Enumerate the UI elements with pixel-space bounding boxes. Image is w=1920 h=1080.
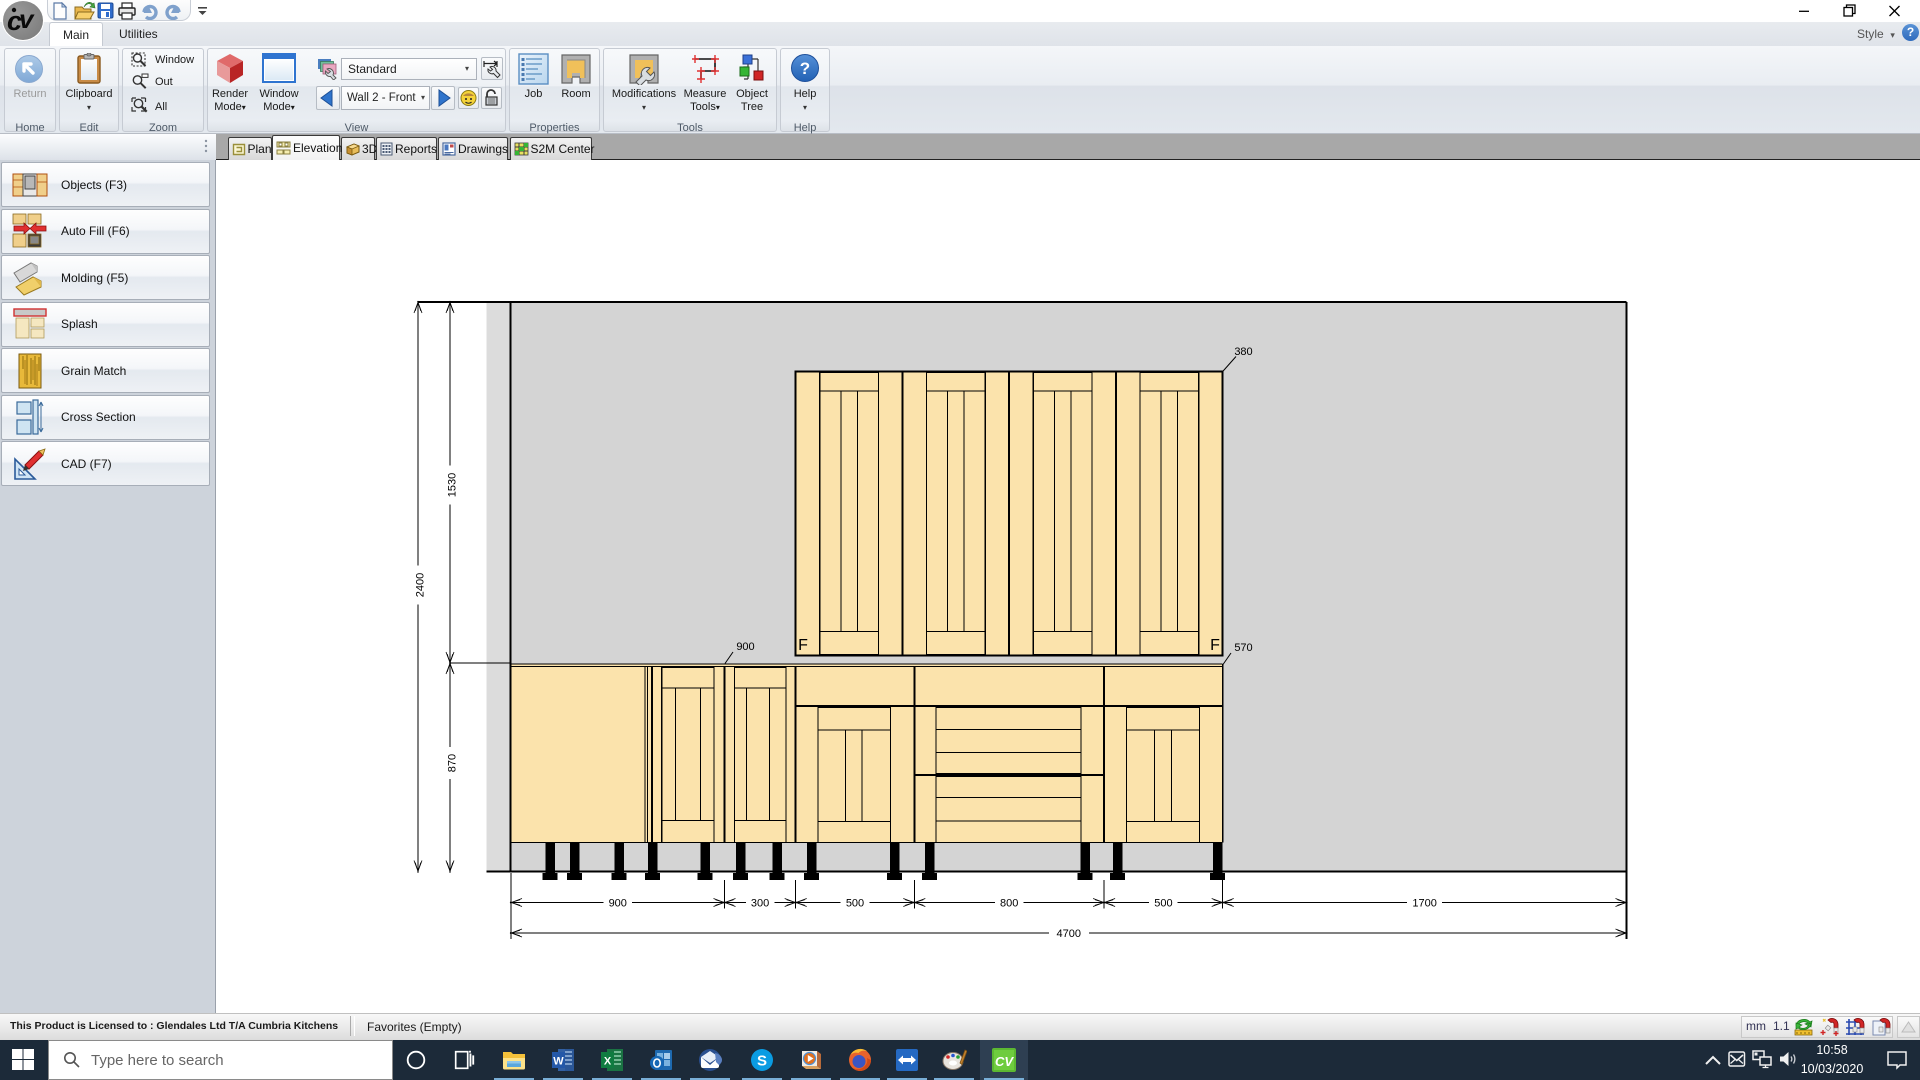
svg-text:4700: 4700 — [1057, 928, 1081, 940]
svg-text:1530: 1530 — [447, 473, 459, 497]
svg-text:X: X — [604, 1056, 612, 1068]
svg-text:v: v — [19, 4, 35, 34]
svg-text:800: 800 — [1000, 897, 1018, 909]
svg-text:900: 900 — [736, 641, 754, 653]
svg-text:1700: 1700 — [1412, 897, 1436, 909]
svg-text:500: 500 — [1154, 897, 1172, 909]
svg-text:900: 900 — [609, 897, 627, 909]
svg-text:W: W — [553, 1056, 564, 1068]
svg-text:?: ? — [800, 59, 810, 78]
svg-text:570: 570 — [1234, 642, 1252, 654]
svg-text:F: F — [1210, 637, 1220, 654]
svg-text:F: F — [798, 637, 808, 654]
svg-text:300: 300 — [751, 897, 769, 909]
svg-text:500: 500 — [846, 897, 864, 909]
svg-text:S: S — [757, 1053, 767, 1070]
svg-text:380: 380 — [1234, 346, 1252, 358]
svg-text:CV: CV — [995, 1054, 1014, 1069]
svg-text:2400: 2400 — [415, 573, 427, 597]
svg-text:870: 870 — [447, 754, 459, 772]
